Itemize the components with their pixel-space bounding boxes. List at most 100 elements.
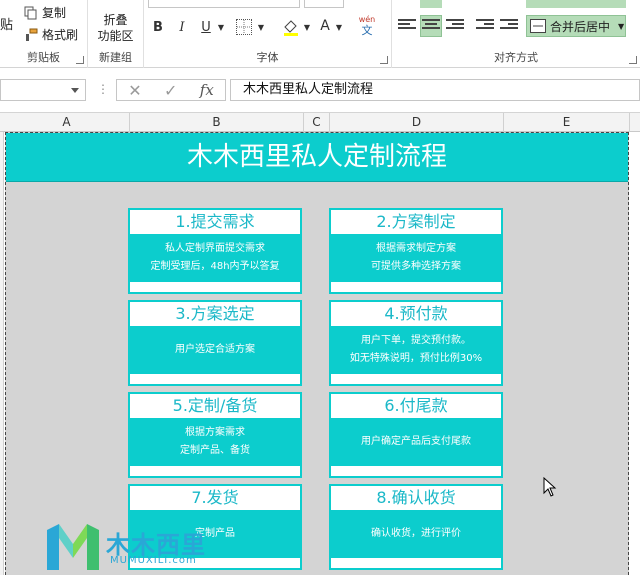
step-title: 4.预付款: [331, 302, 501, 326]
alignment-launcher-icon[interactable]: [629, 56, 637, 64]
column-header-e[interactable]: E: [504, 113, 630, 132]
step-footer: [130, 466, 300, 476]
step-title: 2.方案制定: [331, 210, 501, 234]
new-group: 折叠 功能区 新建组: [88, 0, 144, 68]
ribbon: 贴 复制 格式刷 剪贴板 折叠 功能区 新建组 B I U ▼ ▼ ▼ A ▼ …: [0, 0, 640, 68]
step-footer: [331, 374, 501, 384]
step-card-4[interactable]: 4.预付款 用户下单，提交预付款。 如无特殊说明，预付比例30%: [329, 300, 503, 386]
border-dropdown-icon[interactable]: ▼: [256, 18, 266, 36]
step-body: 用户下单，提交预付款。 如无特殊说明，预付比例30%: [331, 326, 501, 374]
formula-buttons: ✕ ✓ fx: [116, 79, 226, 101]
step-body: 用户选定合适方案: [130, 326, 300, 374]
step-card-6[interactable]: 6.付尾款 用户确定产品后支付尾款: [329, 392, 503, 478]
step-title: 7.发货: [130, 486, 300, 510]
step-line-2: 如无特殊说明，预付比例30%: [349, 353, 483, 364]
decrease-indent-icon[interactable]: [476, 19, 494, 33]
bold-button[interactable]: B: [150, 18, 166, 36]
worksheet[interactable]: 木木西里私人定制流程 1.提交需求 私人定制界面提交需求 定制受理后，48h内予…: [0, 132, 640, 575]
step-body: 私人定制界面提交需求 定制受理后，48h内予以答复: [130, 234, 300, 282]
step-line-1: 用户确定产品后支付尾款: [361, 436, 471, 447]
fold-ribbon-label-2: 功能区: [97, 29, 134, 43]
column-header-d[interactable]: D: [330, 113, 504, 132]
step-card-3[interactable]: 3.方案选定 用户选定合适方案: [128, 300, 302, 386]
font-group-label: 字体: [256, 51, 279, 64]
alignment-group: 合并后居中 ▼ 对齐方式: [392, 0, 640, 68]
copy-button[interactable]: 复制: [24, 4, 66, 21]
step-card-8[interactable]: 8.确认收货 确认收货，进行评价: [329, 484, 503, 570]
step-footer: [130, 282, 300, 292]
step-card-5[interactable]: 5.定制/备货 根据方案需求 定制产品、备货: [128, 392, 302, 478]
column-header-a[interactable]: A: [4, 113, 130, 132]
confirm-icon[interactable]: ✓: [164, 81, 177, 100]
step-footer: [130, 374, 300, 384]
fold-ribbon-label: 折叠: [103, 13, 128, 27]
row-headers[interactable]: [0, 132, 4, 575]
font-launcher-icon[interactable]: [380, 56, 388, 64]
column-header-c[interactable]: C: [304, 113, 330, 132]
format-painter-button[interactable]: 格式刷: [24, 26, 78, 43]
watermark-brand-en: MUMUXILI.com: [110, 555, 197, 566]
paste-button[interactable]: 贴: [0, 14, 13, 33]
step-title: 3.方案选定: [130, 302, 300, 326]
formula-bar-splitter-icon[interactable]: ⋮: [97, 82, 109, 96]
font-size-select[interactable]: [304, 0, 344, 8]
wrap-text-button[interactable]: [526, 0, 626, 8]
clipboard-group-label: 剪贴板: [27, 51, 60, 64]
brush-icon: [26, 28, 38, 41]
clipboard-group: 贴 复制 格式刷 剪贴板: [0, 0, 88, 68]
italic-button[interactable]: I: [174, 18, 190, 36]
step-line-2: 定制产品、备货: [180, 445, 250, 456]
align-right-icon[interactable]: [446, 19, 464, 33]
font-color-button[interactable]: A: [318, 17, 332, 35]
new-group-label: 新建组: [99, 51, 132, 64]
step-line-2: 可提供多种选择方案: [371, 261, 461, 272]
font-group: B I U ▼ ▼ ▼ A ▼ wén 文 字体: [144, 0, 392, 68]
step-line-1: 确认收货，进行评价: [371, 528, 461, 539]
align-center-button[interactable]: [420, 15, 442, 37]
font-color-dropdown-icon[interactable]: ▼: [334, 18, 344, 36]
step-body: 用户确定产品后支付尾款: [331, 418, 501, 466]
step-card-1[interactable]: 1.提交需求 私人定制界面提交需求 定制受理后，48h内予以答复: [128, 208, 302, 294]
font-name-select[interactable]: [148, 0, 300, 8]
merge-center-button[interactable]: 合并后居中 ▼: [526, 15, 626, 37]
column-headers: A B C D E: [0, 112, 640, 132]
phonetic-button[interactable]: wén 文: [356, 14, 378, 36]
step-footer: [331, 282, 501, 292]
underline-button[interactable]: U: [198, 18, 214, 36]
copy-icon: [24, 6, 37, 19]
fold-ribbon-button[interactable]: 折叠 功能区: [88, 12, 143, 44]
step-line-1: 根据方案需求: [185, 427, 245, 438]
top-align-highlight: [420, 0, 442, 8]
insert-function-icon[interactable]: fx: [200, 81, 214, 99]
align-left-icon[interactable]: [398, 19, 416, 33]
formula-bar: ⋮ ✕ ✓ fx 木木西里私人定制流程: [0, 75, 640, 105]
step-title: 8.确认收货: [331, 486, 501, 510]
formula-input[interactable]: 木木西里私人定制流程: [230, 79, 640, 101]
step-line-1: 用户选定合适方案: [175, 344, 255, 355]
increase-indent-icon[interactable]: [500, 19, 518, 33]
fill-dropdown-icon[interactable]: ▼: [302, 18, 312, 36]
column-header-b[interactable]: B: [130, 113, 304, 132]
border-icon: [237, 20, 251, 34]
step-title: 5.定制/备货: [130, 394, 300, 418]
merge-icon: [530, 19, 546, 33]
name-box-dropdown-icon[interactable]: [71, 88, 79, 93]
merge-dropdown-icon[interactable]: ▼: [618, 22, 624, 31]
step-line-2: 定制受理后，48h内予以答复: [150, 261, 280, 272]
border-button[interactable]: [236, 19, 252, 35]
step-line-1: 根据需求制定方案: [376, 243, 456, 254]
fill-color-icon[interactable]: [282, 18, 300, 36]
copy-label: 复制: [42, 6, 67, 20]
underline-dropdown-icon[interactable]: ▼: [216, 18, 226, 36]
phonetic-char: 文: [361, 24, 373, 37]
step-title: 6.付尾款: [331, 394, 501, 418]
format-painter-label: 格式刷: [42, 28, 79, 42]
cancel-icon[interactable]: ✕: [128, 81, 141, 100]
mouse-cursor-icon: [543, 477, 557, 497]
clipboard-launcher-icon[interactable]: [76, 56, 84, 64]
name-box[interactable]: [0, 79, 86, 101]
step-card-2[interactable]: 2.方案制定 根据需求制定方案 可提供多种选择方案: [329, 208, 503, 294]
align-center-icon: [422, 19, 440, 33]
selected-range[interactable]: 木木西里私人定制流程 1.提交需求 私人定制界面提交需求 定制受理后，48h内予…: [5, 132, 629, 575]
step-body: 根据需求制定方案 可提供多种选择方案: [331, 234, 501, 282]
